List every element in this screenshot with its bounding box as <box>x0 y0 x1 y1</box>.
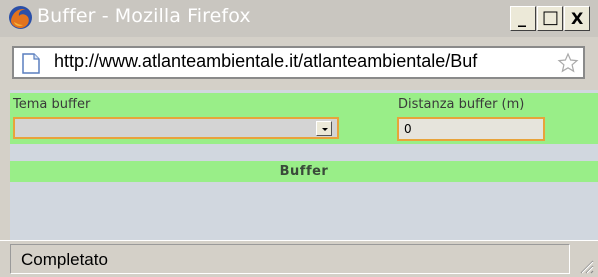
chevron-down-icon[interactable] <box>316 121 332 136</box>
window-titlebar[interactable]: Buffer - Mozilla Firefox _ □ X <box>0 0 598 37</box>
distanza-buffer-label: Distanza buffer (m) <box>398 97 525 112</box>
address-bar[interactable]: http://www.atlanteambientale.it/atlantea… <box>12 46 585 79</box>
close-icon: X <box>571 9 584 28</box>
tema-buffer-select[interactable] <box>13 117 339 139</box>
star-icon[interactable] <box>557 52 579 74</box>
status-bar: Completato <box>0 240 598 277</box>
minimize-icon: _ <box>518 8 526 27</box>
distanza-buffer-input[interactable]: 0 <box>397 117 545 141</box>
minimize-button[interactable]: _ <box>510 6 536 31</box>
tema-buffer-label: Tema buffer <box>13 97 91 112</box>
page-content: Tema buffer Distanza buffer (m) 0 Buffer <box>10 90 598 240</box>
buffer-form: Tema buffer Distanza buffer (m) 0 <box>10 93 598 144</box>
window-title: Buffer - Mozilla Firefox <box>37 5 251 27</box>
status-text: Completato <box>21 250 108 269</box>
url-text[interactable]: http://www.atlanteambientale.it/atlantea… <box>54 51 477 72</box>
buffer-button[interactable]: Buffer <box>10 161 598 182</box>
maximize-icon: □ <box>542 7 560 28</box>
close-button[interactable]: X <box>564 6 590 31</box>
page-icon <box>22 53 40 74</box>
firefox-icon <box>9 6 32 29</box>
maximize-button[interactable]: □ <box>537 6 563 31</box>
resize-grip-icon[interactable] <box>578 258 594 274</box>
status-panel: Completato <box>10 244 570 274</box>
distanza-buffer-value: 0 <box>404 122 412 136</box>
